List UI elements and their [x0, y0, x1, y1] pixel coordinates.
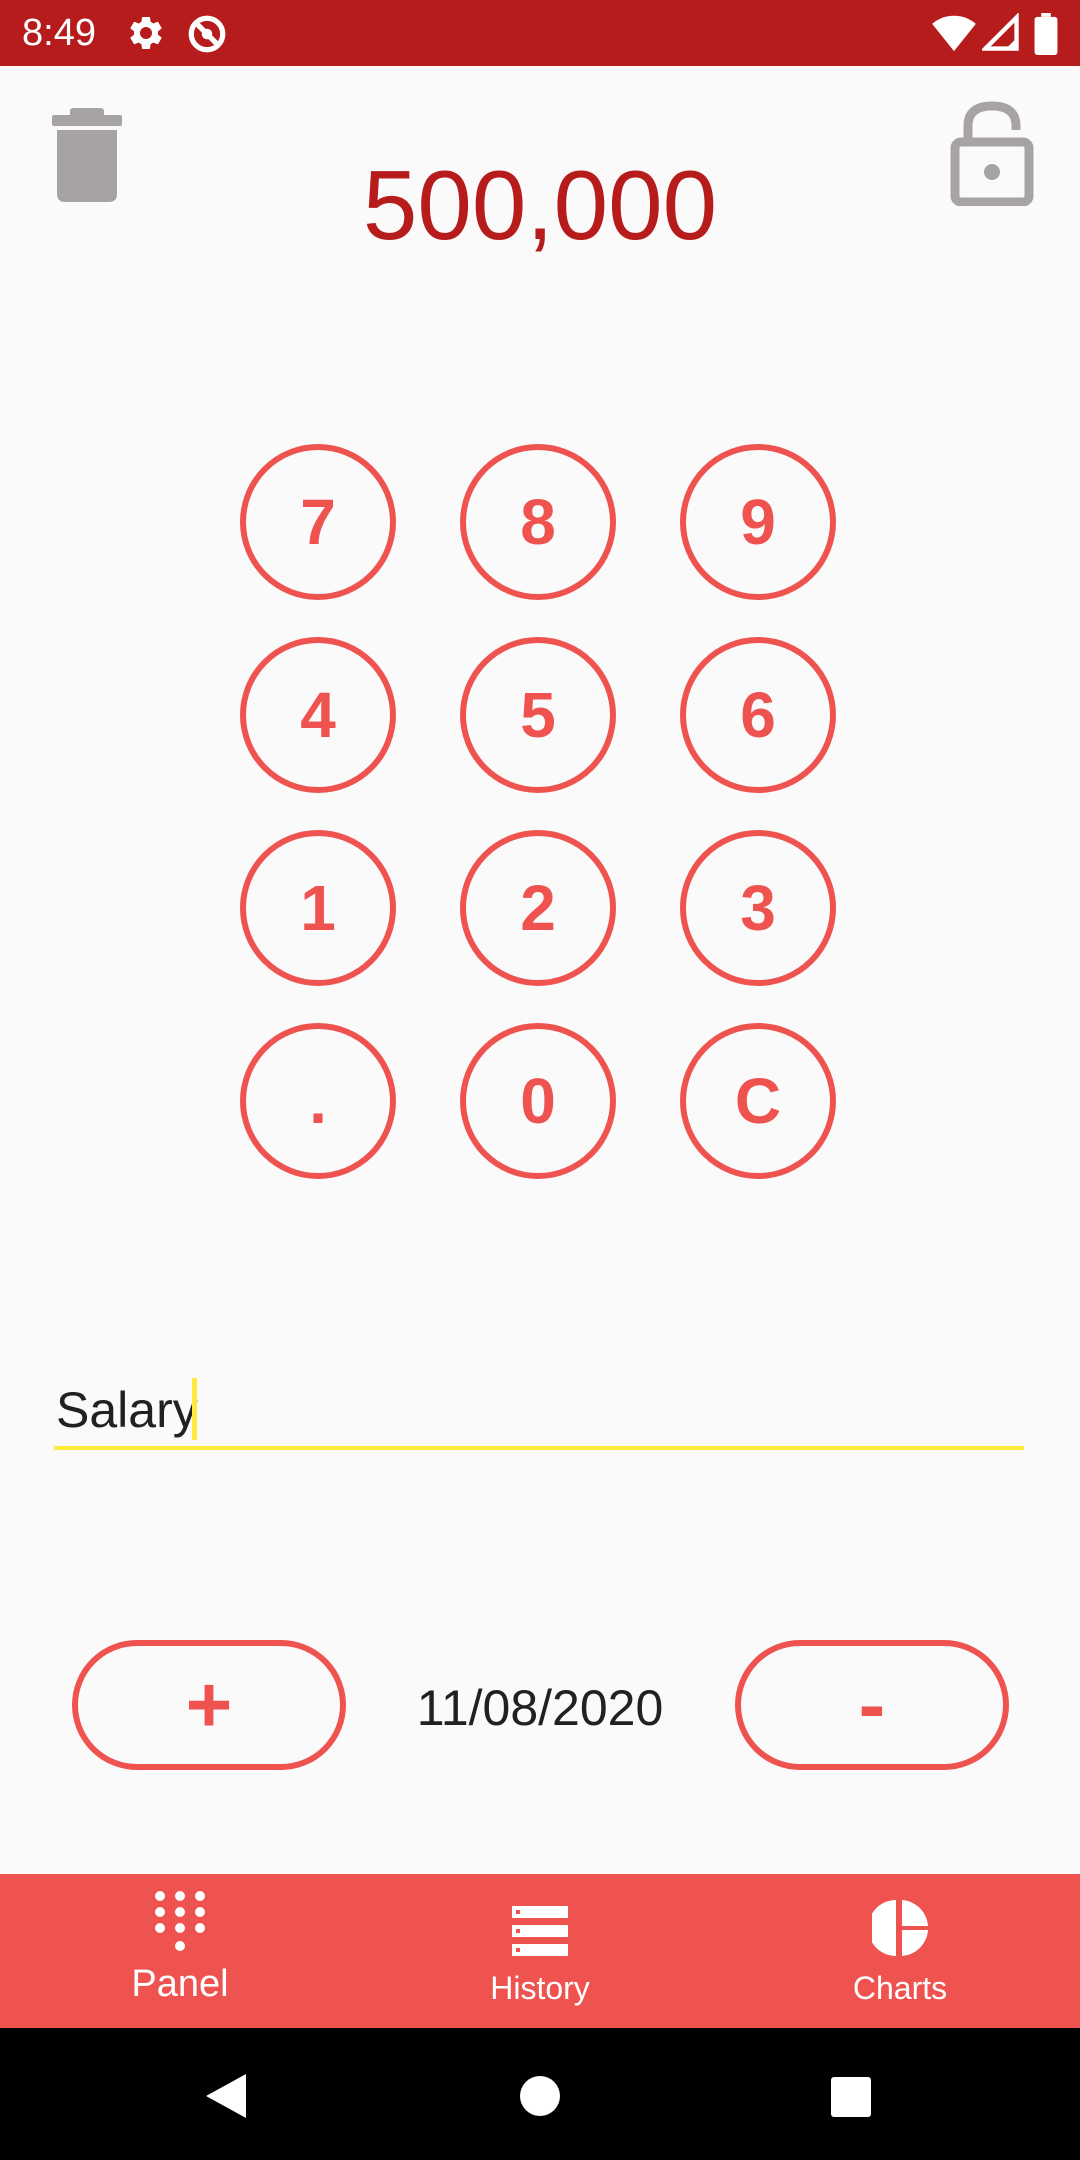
amount-display: 500,000	[362, 150, 718, 260]
nav-item-history[interactable]: History	[360, 1874, 720, 2028]
wifi-icon	[932, 13, 976, 58]
home-icon[interactable]	[518, 2074, 562, 2118]
text-cursor	[192, 1378, 197, 1440]
back-icon[interactable]	[204, 2072, 248, 2120]
key-6[interactable]: 6	[680, 637, 836, 793]
key-4[interactable]: 4	[240, 637, 396, 793]
unlocked-padlock-icon	[950, 101, 1034, 207]
gear-icon	[126, 13, 166, 58]
key-3[interactable]: 3	[680, 830, 836, 986]
nav-item-panel[interactable]: Panel	[0, 1874, 360, 2028]
description-value: Salary	[56, 1382, 198, 1438]
system-navigation-bar	[0, 2028, 1080, 2160]
key-1[interactable]: 1	[240, 830, 396, 986]
status-bar: 8:49	[0, 0, 1080, 66]
description-input[interactable]: Salary	[54, 1370, 1024, 1450]
key-0[interactable]: 0	[460, 1023, 616, 1179]
status-time: 8:49	[22, 12, 96, 54]
date-selector[interactable]: 11/08/2020	[380, 1678, 700, 1738]
key-clear[interactable]: C	[680, 1023, 836, 1179]
add-expense-button[interactable]: -	[735, 1640, 1009, 1770]
recents-icon[interactable]	[830, 2076, 872, 2118]
add-income-button[interactable]: +	[72, 1640, 346, 1770]
key-2[interactable]: 2	[460, 830, 616, 986]
key-7[interactable]: 7	[240, 444, 396, 600]
key-5[interactable]: 5	[460, 637, 616, 793]
bottom-navigation: Panel History Charts	[0, 1874, 1080, 2028]
list-icon	[512, 1906, 568, 1956]
no-sync-icon	[186, 13, 228, 60]
key-decimal[interactable]: .	[240, 1023, 396, 1179]
lock-button[interactable]	[950, 100, 1034, 207]
dialpad-icon	[155, 1891, 205, 1951]
signal-icon	[980, 12, 1020, 58]
nav-label-charts: Charts	[852, 1970, 948, 2006]
key-8[interactable]: 8	[460, 444, 616, 600]
pie-chart-icon	[872, 1900, 928, 1956]
battery-icon	[1034, 13, 1058, 60]
nav-item-charts[interactable]: Charts	[720, 1874, 1080, 2028]
nav-label-panel: Panel	[131, 1963, 229, 2005]
app-screen: 8:49 500,000 7 8 9 4 5 6 1 2 3 . 0 C Sal…	[0, 0, 1080, 2160]
key-9[interactable]: 9	[680, 444, 836, 600]
nav-label-history: History	[490, 1970, 590, 2006]
